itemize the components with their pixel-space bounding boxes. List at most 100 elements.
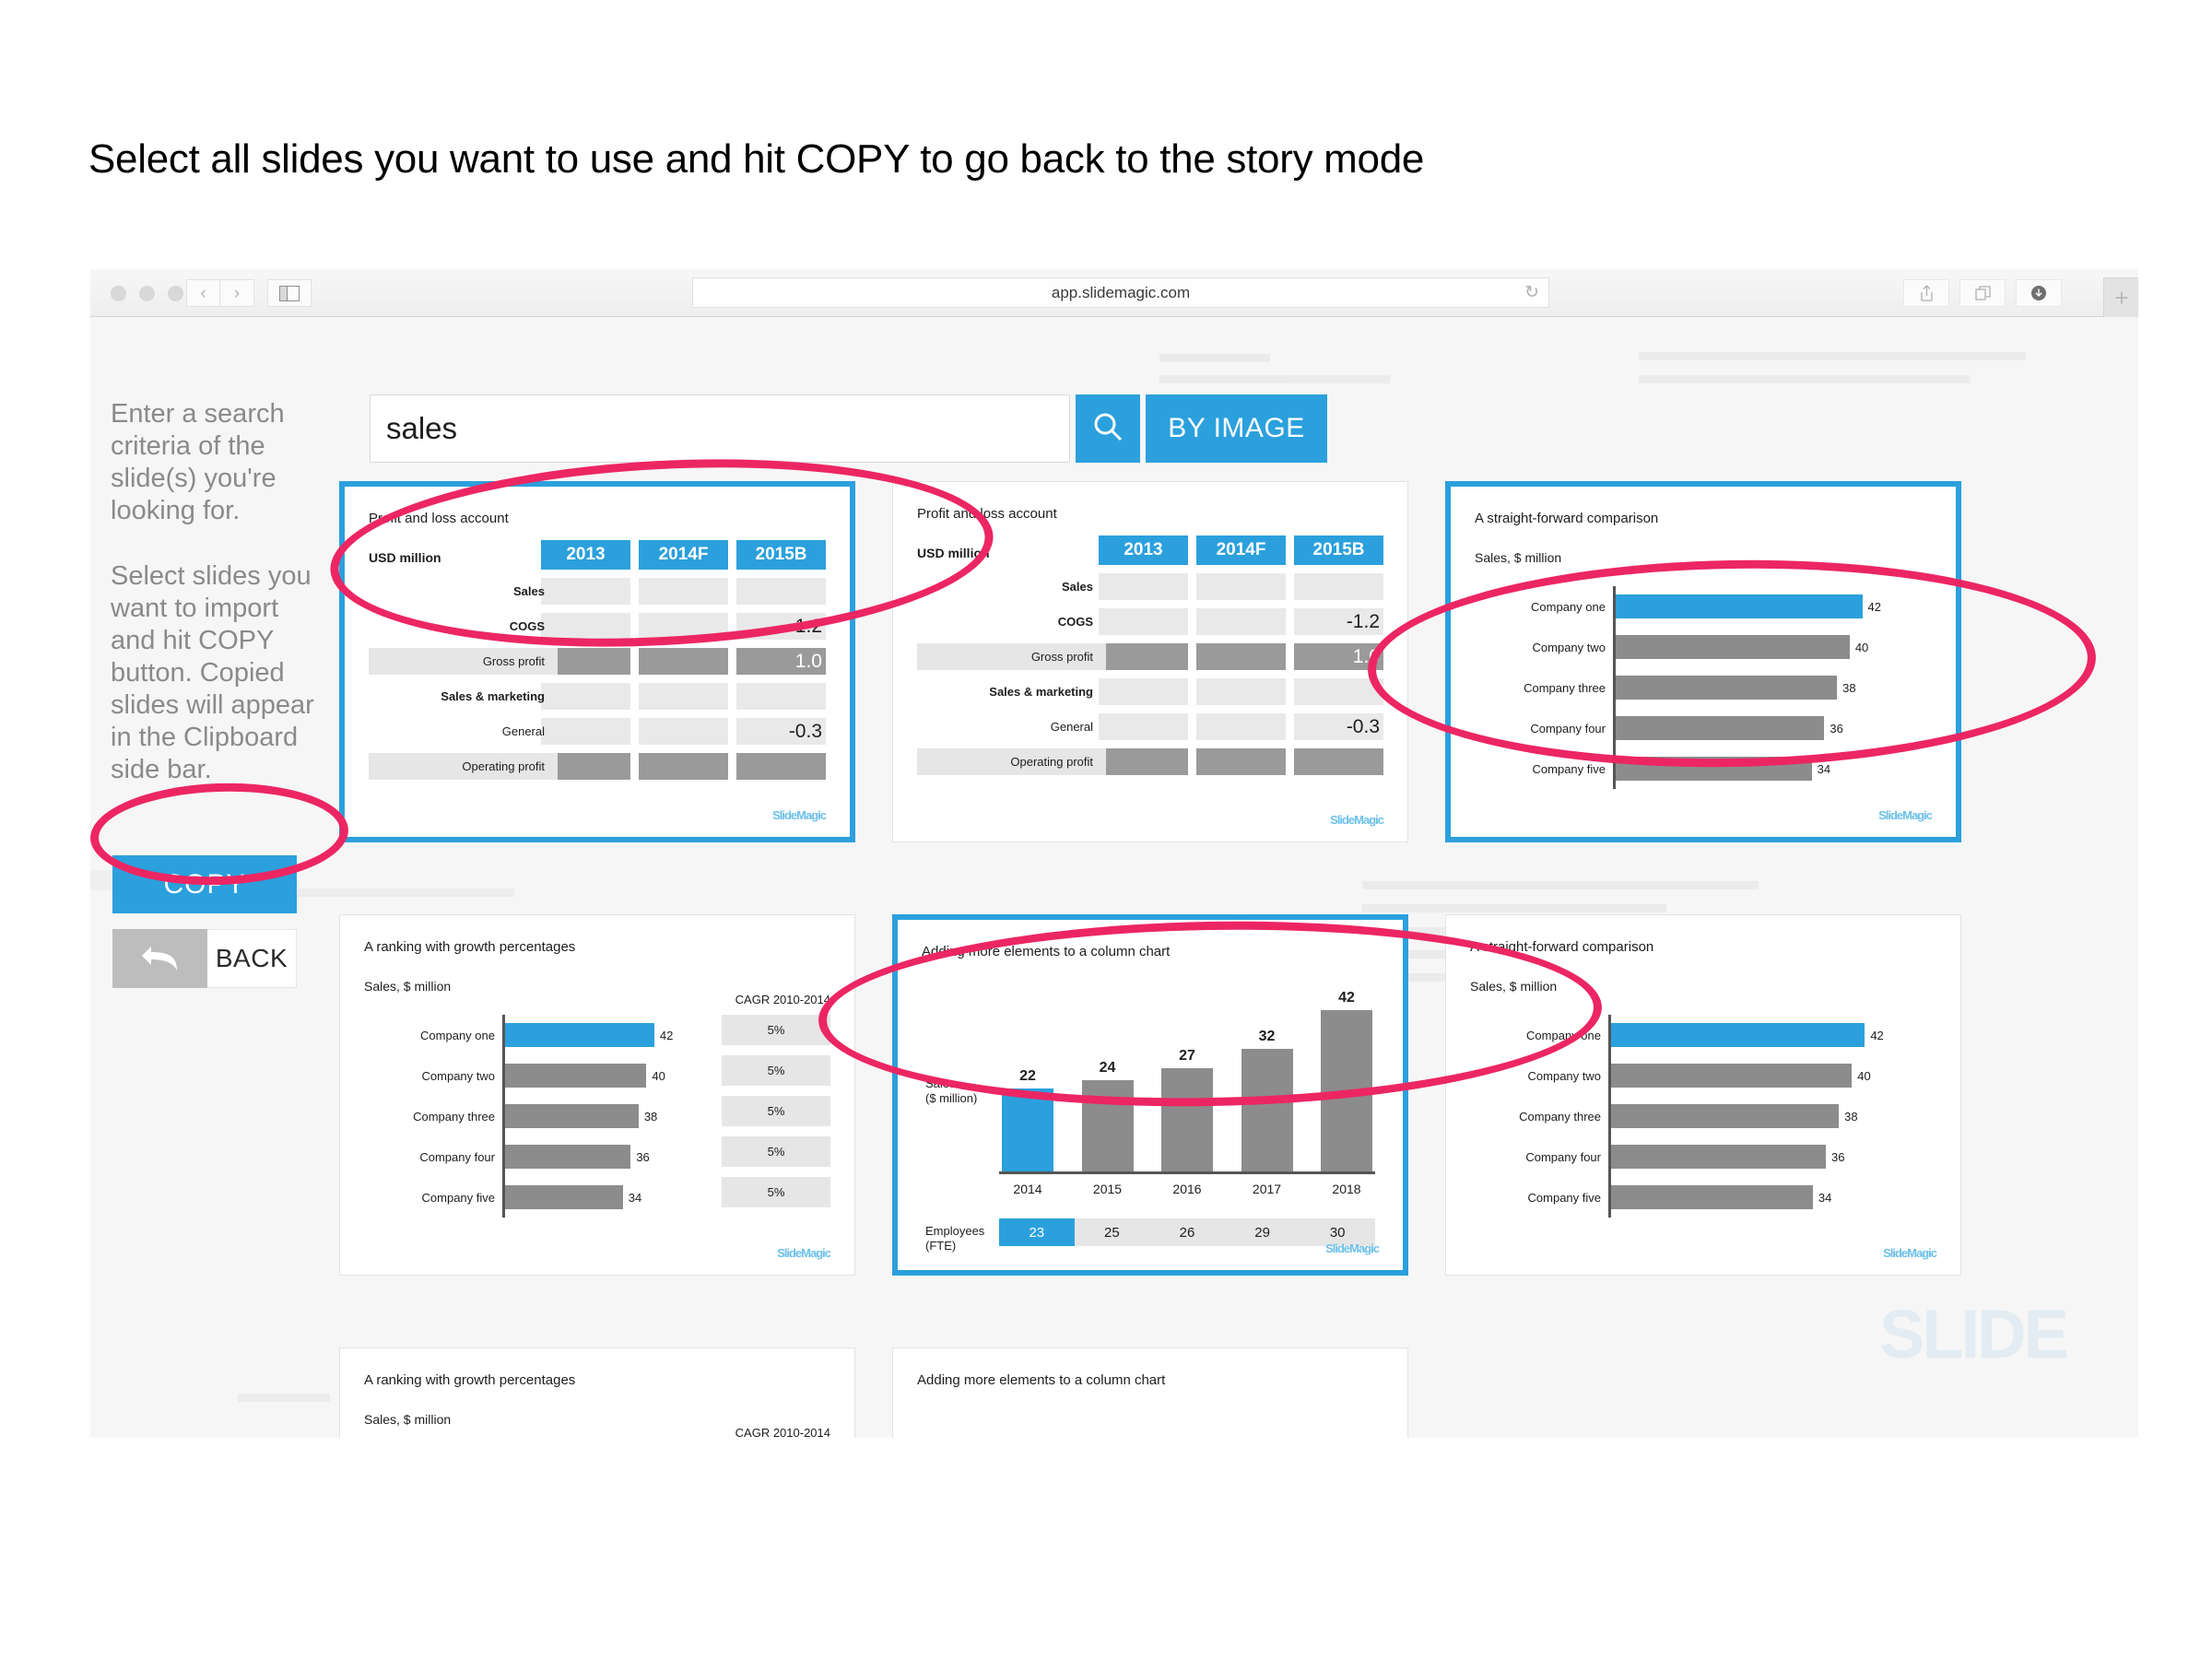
cagr-cell: 5% bbox=[722, 1055, 830, 1086]
new-tab-button[interactable]: + bbox=[2103, 277, 2138, 318]
bar-category-label: Company four bbox=[1525, 1149, 1601, 1164]
x-tick-label: 2015 bbox=[1092, 1182, 1123, 1196]
pl-row: Gross profit 1.0 bbox=[917, 643, 1383, 670]
navigation-buttons[interactable]: ‹ › bbox=[186, 279, 254, 307]
employees-label-line2: (FTE) bbox=[925, 1239, 957, 1253]
pl-cell bbox=[541, 683, 630, 710]
undo-arrow-icon bbox=[112, 929, 207, 988]
slide-thumbnail[interactable]: A ranking with growth percentages Sales,… bbox=[339, 914, 855, 1276]
slide-title: A straight-forward comparison bbox=[1470, 939, 1654, 955]
bar-row: Company four 36 bbox=[1470, 1136, 1936, 1177]
x-axis-ticks: 2014 2015 2016 2017 2018 bbox=[999, 1182, 1375, 1196]
pl-row: Operating profit bbox=[369, 753, 826, 780]
close-window-button[interactable] bbox=[111, 286, 126, 301]
pl-row-label: General bbox=[501, 724, 545, 738]
reload-icon[interactable]: ↻ bbox=[1524, 284, 1539, 302]
instruction-text-1: Enter a search criteria of the slide(s) … bbox=[111, 399, 285, 525]
search-button[interactable] bbox=[1076, 394, 1140, 463]
sidebar-toggle-icon[interactable] bbox=[267, 279, 312, 307]
bar bbox=[1611, 1064, 1853, 1088]
pl-col-header: 2013 bbox=[1099, 535, 1188, 565]
pl-cell bbox=[1196, 643, 1286, 670]
bar bbox=[1611, 1104, 1840, 1128]
address-bar[interactable]: app.slidemagic.com ↻ bbox=[692, 277, 1549, 308]
pl-cell bbox=[1099, 608, 1188, 635]
slidemagic-logo: SlideMagic bbox=[772, 808, 827, 822]
employees-cell: 26 bbox=[1149, 1218, 1225, 1246]
bar-row: Company five 34 bbox=[1470, 1177, 1936, 1218]
slide-thumbnail[interactable]: A ranking with growth percentages Sales,… bbox=[339, 1347, 855, 1438]
back-button[interactable]: BACK bbox=[112, 929, 297, 988]
bar-value: 36 bbox=[636, 1149, 650, 1164]
maximize-window-button[interactable] bbox=[168, 286, 183, 301]
bar-row: Company three 38 bbox=[1470, 1096, 1936, 1136]
pl-cell bbox=[541, 718, 630, 745]
bar-category-label: Company one bbox=[420, 1028, 495, 1042]
cagr-header: CAGR 2010-2014 bbox=[735, 1426, 830, 1438]
pl-cell bbox=[1099, 643, 1188, 670]
pl-cell: 1.0 bbox=[736, 648, 826, 675]
column-bar bbox=[1002, 1088, 1053, 1171]
bar bbox=[1611, 1185, 1813, 1209]
bar-category-label: Company three bbox=[1519, 1109, 1601, 1124]
pl-row-label: Sales & marketing bbox=[989, 685, 1093, 699]
bar-category-label: Company two bbox=[421, 1068, 495, 1083]
bar bbox=[1611, 1023, 1865, 1047]
downloads-icon[interactable] bbox=[2016, 279, 2062, 307]
pl-row: COGS -1.2 bbox=[917, 608, 1383, 635]
minimize-window-button[interactable] bbox=[139, 286, 155, 301]
slide-title: Adding more elements to a column chart bbox=[917, 1372, 1166, 1388]
bar bbox=[505, 1104, 639, 1128]
pl-cell bbox=[1196, 678, 1286, 705]
slidemagic-logo: SlideMagic bbox=[1325, 1241, 1380, 1255]
bar-value: 40 bbox=[652, 1068, 665, 1083]
bar-row: Company four 36 bbox=[364, 1136, 701, 1177]
slide-units: Sales, $ million bbox=[364, 979, 452, 994]
pl-cell bbox=[639, 718, 728, 745]
page-title: Select all slides you want to use and hi… bbox=[88, 136, 1425, 182]
slidemagic-logo: SlideMagic bbox=[777, 1246, 831, 1260]
pl-row: Sales & marketing bbox=[917, 678, 1383, 705]
employees-row: 23 25 26 29 30 bbox=[999, 1218, 1375, 1246]
pl-cell bbox=[639, 683, 728, 710]
pl-row-label: Gross profit bbox=[1030, 650, 1093, 664]
slide-title: A ranking with growth percentages bbox=[364, 1372, 576, 1388]
pl-row: Gross profit 1.0 bbox=[369, 648, 826, 675]
bar-row: Company five 34 bbox=[364, 1177, 701, 1218]
pl-cell: -0.3 bbox=[736, 718, 826, 745]
slidemagic-watermark: SLIDE bbox=[1879, 1296, 2069, 1372]
share-icon[interactable] bbox=[1903, 279, 1949, 307]
pl-cell bbox=[1196, 713, 1286, 740]
instruction-text-2: Select slides you want to import and hit… bbox=[111, 561, 314, 784]
pl-col-header: 2015B bbox=[1294, 535, 1383, 565]
slidemagic-logo: SlideMagic bbox=[1883, 1246, 1937, 1260]
pl-cell: -1.2 bbox=[1294, 608, 1383, 635]
window-controls[interactable] bbox=[111, 286, 183, 301]
by-image-button[interactable]: BY IMAGE bbox=[1146, 394, 1327, 463]
back-icon[interactable]: ‹ bbox=[186, 279, 220, 307]
pl-cell bbox=[1099, 713, 1188, 740]
search-input[interactable]: sales bbox=[370, 394, 1070, 463]
forward-icon[interactable]: › bbox=[220, 279, 254, 307]
search-row: sales BY IMAGE bbox=[370, 394, 1327, 463]
browser-window: ‹ › app.slidemagic.com ↻ + SLIDE Enter a… bbox=[90, 269, 2138, 1438]
cagr-header: CAGR 2010-2014 bbox=[735, 993, 830, 1006]
slidemagic-logo: SlideMagic bbox=[1330, 813, 1384, 827]
pl-cell bbox=[1294, 573, 1383, 600]
bar-row: Company two 40 bbox=[1470, 1055, 1936, 1096]
pl-cell bbox=[639, 648, 728, 675]
bar bbox=[1611, 1145, 1826, 1169]
pl-cell bbox=[736, 753, 826, 780]
toolbar-right-buttons[interactable] bbox=[1903, 279, 2062, 307]
cagr-column: 5% 5% 5% 5% 5% bbox=[722, 1015, 830, 1218]
slidemagic-logo: SlideMagic bbox=[1878, 808, 1933, 822]
x-tick-label: 2017 bbox=[1252, 1182, 1282, 1196]
pl-table: 2013 2014F 2015B Sales COGS -1.2 Gross p… bbox=[917, 535, 1383, 783]
bar bbox=[505, 1145, 631, 1169]
pl-cell bbox=[1099, 748, 1188, 775]
background-ghost-content bbox=[1159, 354, 1427, 383]
tabs-overview-icon[interactable] bbox=[1959, 279, 2006, 307]
slide-thumbnail[interactable]: Adding more elements to a column chart 2… bbox=[892, 1347, 1408, 1438]
bar-value: 42 bbox=[1870, 1028, 1884, 1042]
employees-label-line1: Employees bbox=[925, 1224, 985, 1238]
